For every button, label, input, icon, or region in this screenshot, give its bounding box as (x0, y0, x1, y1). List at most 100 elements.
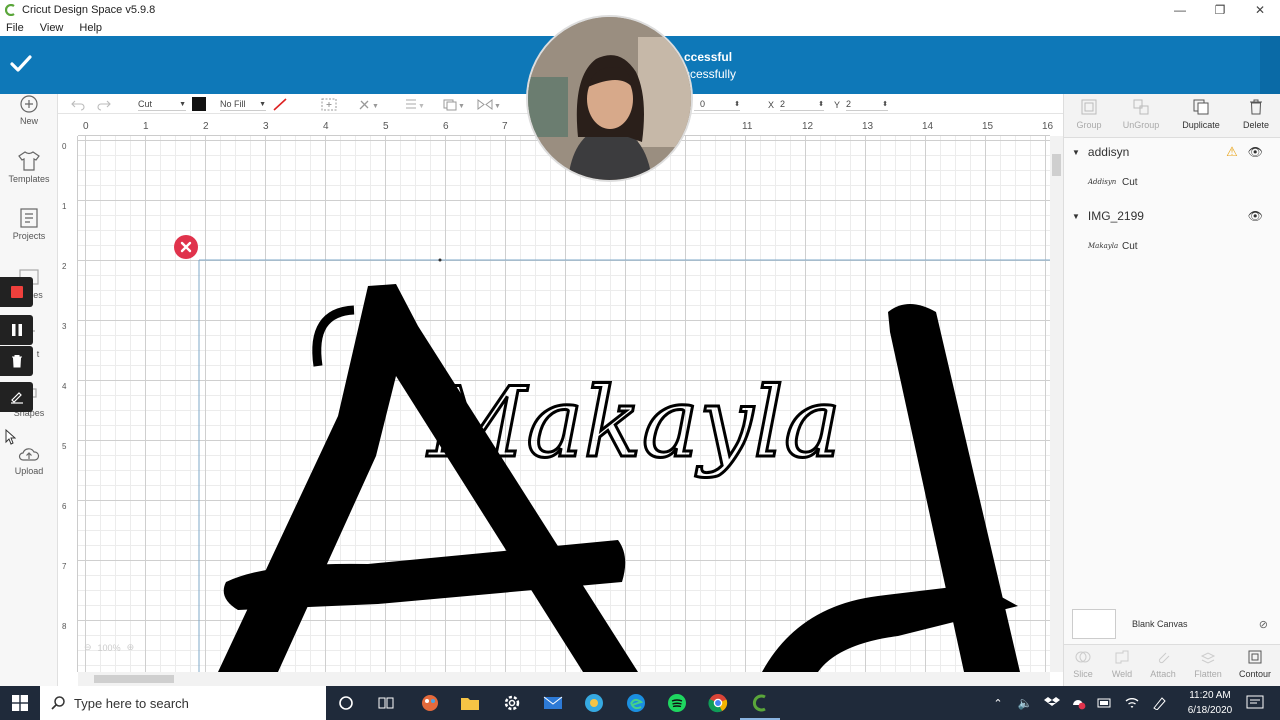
edge-browser-icon[interactable] (624, 691, 648, 715)
paperclip-icon (1158, 652, 1170, 664)
duplicate-button[interactable]: Duplicate (1176, 98, 1226, 130)
ruler-tick-label: 11 (742, 121, 753, 132)
mail-icon[interactable] (541, 691, 565, 715)
record-stop-button[interactable] (0, 277, 33, 307)
ruler-tick-label: 4 (62, 382, 67, 391)
horizontal-scrollbar[interactable] (78, 672, 1050, 686)
checkmark-icon (10, 55, 32, 72)
contour-button[interactable]: Contour (1230, 649, 1280, 679)
chrome-browser-icon[interactable] (706, 691, 730, 715)
spotify-icon[interactable] (665, 691, 689, 715)
menu-view[interactable]: View (40, 22, 64, 34)
collapse-arrow-icon[interactable]: ▼ (1072, 148, 1080, 157)
layer-type: Cut (1122, 176, 1138, 188)
screencast-app-icon[interactable] (582, 691, 606, 715)
redo-icon[interactable] (96, 98, 112, 111)
menu-help[interactable]: Help (79, 22, 102, 34)
chevron-up-icon[interactable]: ⌃ (988, 691, 1008, 715)
sidebar-item-label: Upload (14, 466, 44, 476)
align-icon[interactable]: ▼ (404, 98, 426, 111)
zoom-in-icon[interactable]: ⊕ (127, 642, 135, 653)
layer-type: Cut (1122, 240, 1138, 252)
zoom-out-icon[interactable]: ⊖ (84, 642, 92, 653)
cricut-taskbar-icon[interactable] (748, 691, 772, 715)
record-delete-button[interactable] (0, 346, 33, 376)
chevron-down-icon: ▼ (259, 100, 266, 108)
record-pause-button[interactable] (0, 315, 33, 345)
slice-icon (1075, 651, 1091, 663)
no-fill-swatch-icon[interactable] (272, 98, 288, 111)
close-window-button[interactable]: ✕ (1240, 0, 1280, 20)
ruler-tick-label: 2 (62, 262, 67, 271)
group-button[interactable]: Group (1064, 98, 1114, 130)
blank-canvas-swatch[interactable] (1072, 609, 1116, 639)
taskbar-search-box[interactable]: Type here to search (40, 686, 326, 720)
sidebar-item-upload[interactable]: Upload (0, 444, 58, 476)
file-explorer-icon[interactable] (458, 691, 482, 715)
pen-workspace-icon[interactable] (1150, 691, 1170, 715)
task-view-icon[interactable] (374, 691, 398, 715)
delete-button[interactable]: Delete (1231, 98, 1280, 130)
clock-time: 11:20 AM (1189, 690, 1231, 701)
menu-file[interactable]: File (6, 22, 24, 34)
battery-icon[interactable] (1095, 691, 1115, 715)
brush-letter-j[interactable] (762, 304, 1020, 672)
arrange-icon[interactable]: ▼ (442, 98, 466, 111)
layer-group-img2199[interactable]: ▼ IMG_2199 👁 (1064, 206, 1269, 226)
rotate-input[interactable]: 0 ⬍ (694, 98, 740, 111)
eye-hidden-icon[interactable]: ⊘ (1259, 618, 1268, 631)
sidebar-item-new[interactable]: New (0, 94, 58, 126)
cricut-app-icon (5, 4, 15, 16)
select-all-icon[interactable] (320, 98, 338, 111)
sidebar-item-projects[interactable]: Projects (0, 207, 58, 241)
linetype-value: Cut (138, 99, 153, 109)
ruler-tick-label: 2 (203, 121, 209, 132)
position-y-input[interactable]: 2 ⬍ (846, 98, 888, 111)
stepper-icon: ⬍ (818, 101, 824, 108)
network-warning-icon[interactable] (1068, 691, 1088, 715)
dropbox-icon[interactable] (1042, 691, 1062, 715)
wifi-icon[interactable] (1122, 691, 1142, 715)
layers-panel: Group UnGroup Duplicate Delete ▼ addisyn… (1063, 94, 1280, 686)
maximize-button[interactable]: ❐ (1200, 0, 1240, 20)
color-swatch[interactable] (192, 97, 206, 111)
layer-group-addisyn[interactable]: ▼ addisyn ⚠ 👁 (1064, 142, 1269, 162)
delete-handle-icon[interactable] (173, 234, 199, 260)
linetype-select[interactable]: Cut ▼ (138, 98, 186, 111)
window-title: Cricut Design Space v5.9.8 (22, 4, 156, 16)
eye-icon[interactable]: 👁 (1248, 209, 1263, 223)
layer-tools: Group UnGroup Duplicate Delete (1064, 94, 1280, 138)
volume-icon[interactable]: 🔈 (1015, 691, 1035, 715)
undo-icon[interactable] (70, 98, 86, 111)
layer-item-img2199[interactable]: Makayla Cut (1064, 234, 1269, 258)
flatten-button[interactable]: Flatten (1183, 649, 1233, 679)
system-clock[interactable]: 11:20 AM 6/18/2020 (1180, 688, 1240, 718)
banner-close-area[interactable] (1260, 36, 1280, 94)
fill-select[interactable]: No Fill ▼ (220, 98, 266, 111)
clock-date: 6/18/2020 (1187, 705, 1233, 716)
layer-item-addisyn[interactable]: Addisyn Cut (1064, 170, 1269, 194)
record-draw-button[interactable] (0, 382, 33, 412)
weld-icon (1115, 650, 1129, 664)
cortana-icon[interactable] (334, 691, 358, 715)
stepper-icon: ⬍ (882, 101, 888, 108)
eye-icon[interactable]: 👁 (1248, 145, 1263, 159)
title-bar: Cricut Design Space v5.9.8 — ❐ ✕ (0, 0, 1280, 20)
design-canvas[interactable]: Makayla ⊖ 100% ⊕ (78, 136, 1050, 672)
attach-button[interactable]: Attach (1138, 649, 1188, 679)
windows-start-icon[interactable] (12, 695, 28, 711)
script-text-artwork[interactable]: Makayla (425, 366, 843, 481)
notifications-icon[interactable] (1244, 691, 1266, 715)
sidebar-item-templates[interactable]: Templates (0, 150, 58, 184)
vertical-scrollbar[interactable] (1050, 136, 1063, 672)
ungroup-button[interactable]: UnGroup (1116, 98, 1166, 130)
collapse-arrow-icon[interactable]: ▼ (1072, 212, 1080, 221)
position-x-input[interactable]: 2 ⬍ (780, 98, 824, 111)
minimize-button[interactable]: — (1160, 0, 1200, 20)
flip-icon[interactable]: ▼ (476, 98, 502, 111)
sidebar-item-label: Projects (12, 231, 46, 241)
blank-canvas-row[interactable]: Blank Canvas ⊘ (1072, 607, 1272, 641)
edit-tools-icon[interactable]: ▼ (358, 98, 380, 111)
settings-gear-icon[interactable] (500, 691, 524, 715)
paint-app-icon[interactable] (418, 691, 442, 715)
